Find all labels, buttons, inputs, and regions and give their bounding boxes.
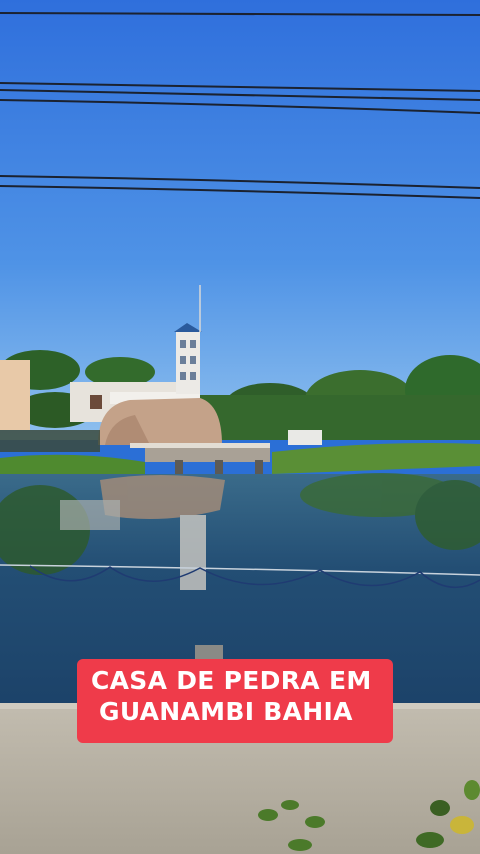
grass-bank-right	[272, 443, 480, 474]
caption-line-1: CASA DE PEDRA EM	[91, 666, 372, 695]
video-caption: CASA DE PEDRA EM GUANAMBI BAHIA	[77, 659, 393, 743]
bridge	[130, 443, 270, 478]
caption-line-2: GUANAMBI BAHIA	[99, 697, 353, 726]
